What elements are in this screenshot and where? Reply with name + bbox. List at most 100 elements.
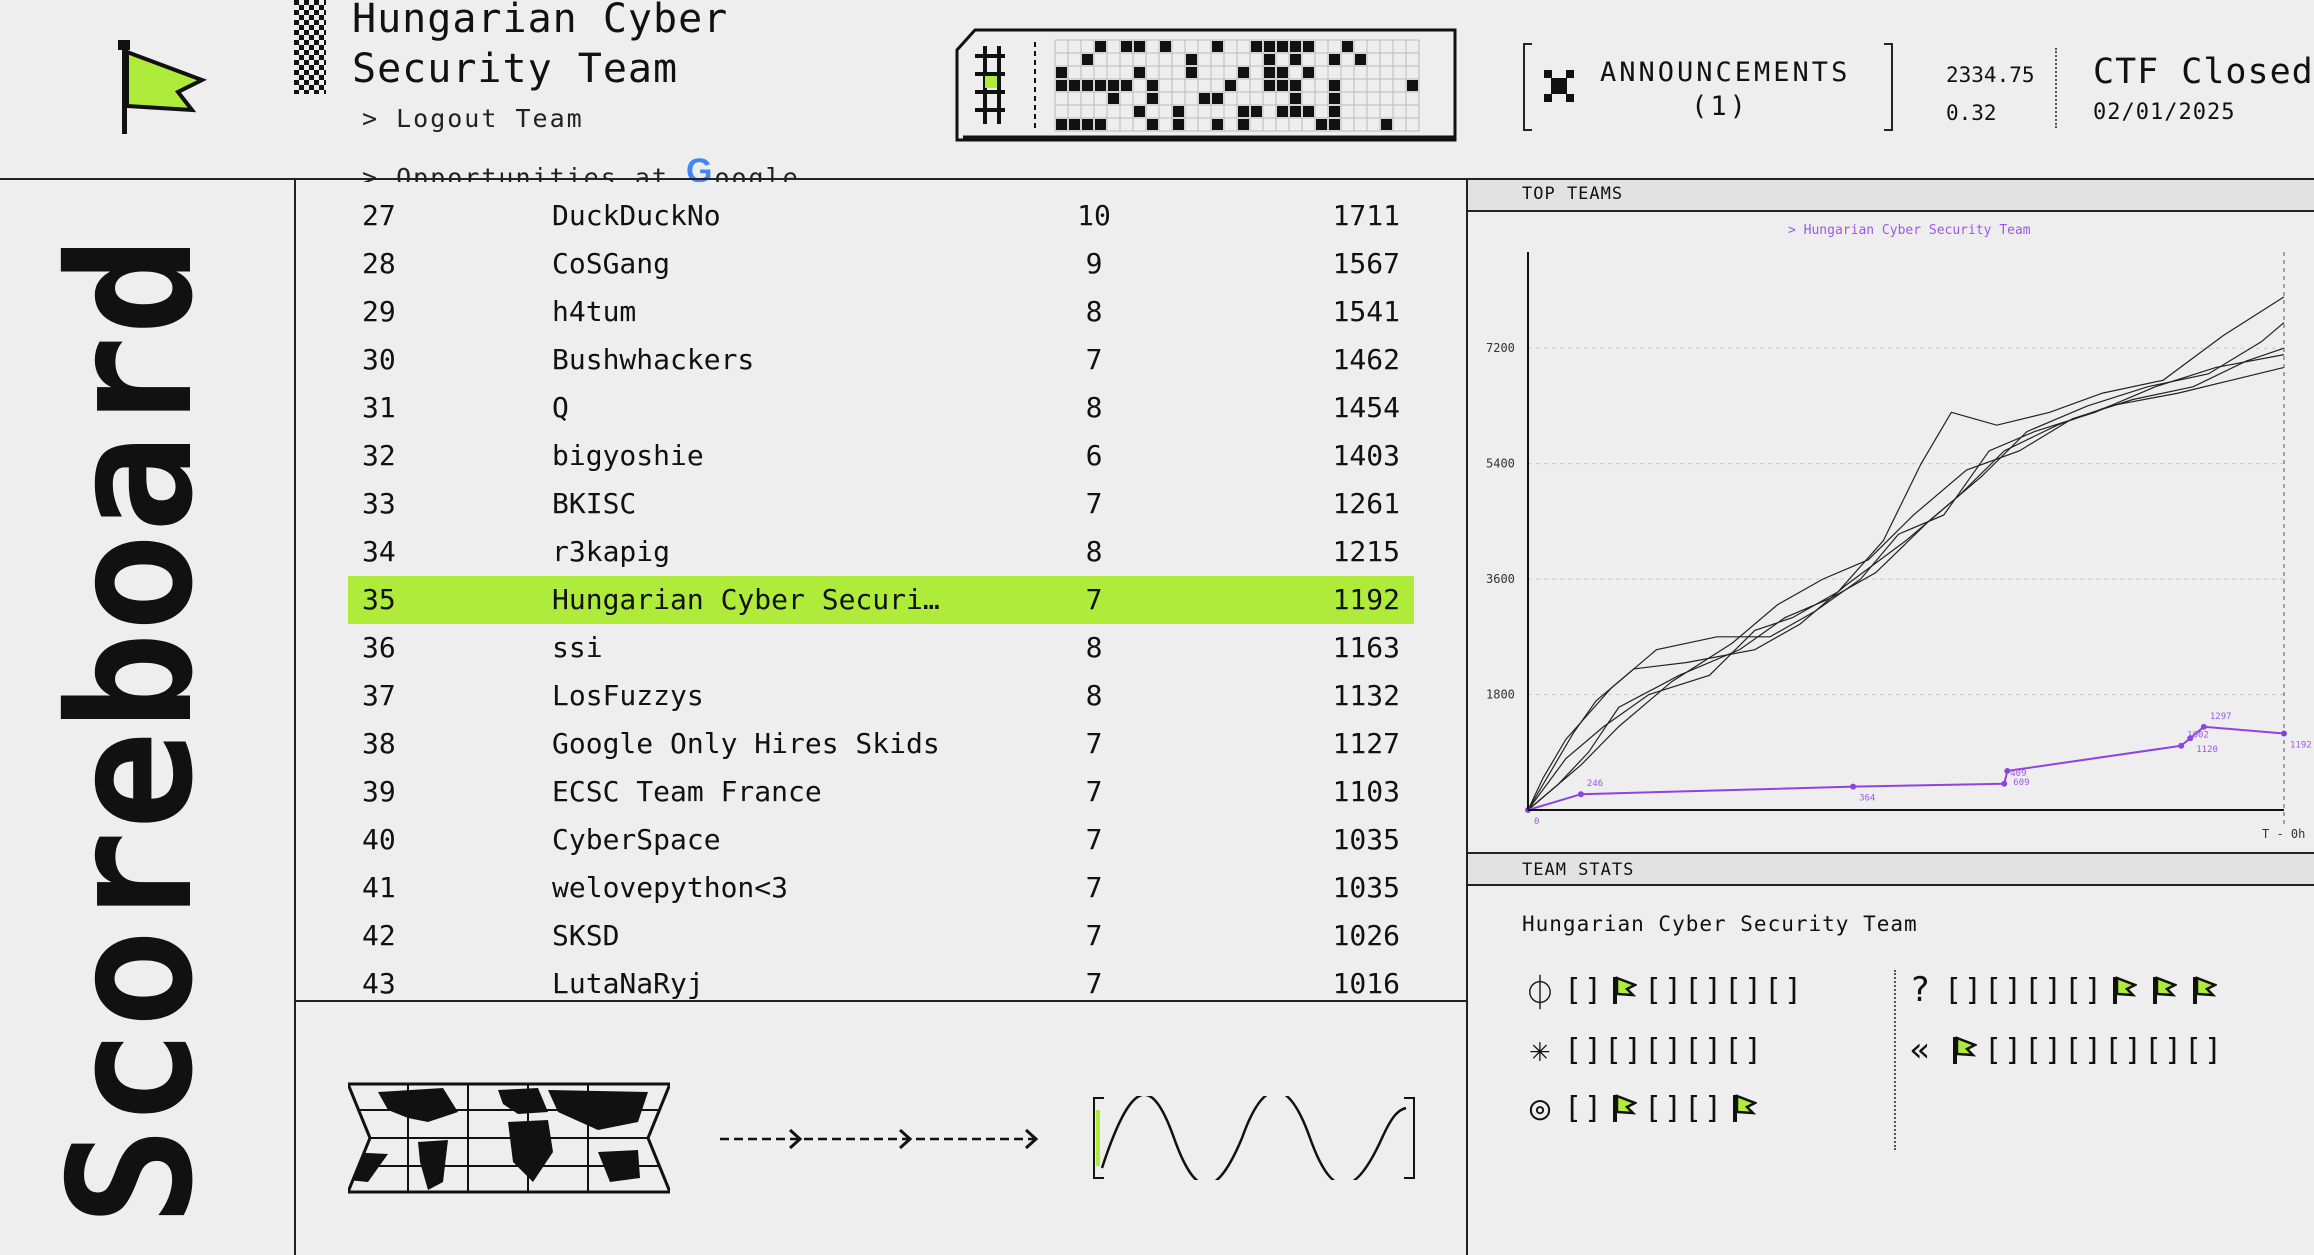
table-row[interactable]: 33 BKISC 7 1261 xyxy=(348,480,1414,528)
unsolved-slot[interactable]: [] xyxy=(1564,1033,1604,1068)
solved-flag-icon[interactable] xyxy=(1604,1091,1644,1125)
table-row[interactable]: 31 Q 8 1454 xyxy=(348,384,1414,432)
score-cell: 1462 xyxy=(1332,343,1400,376)
table-row[interactable]: 41 welovepython<3 7 1035 xyxy=(348,864,1414,912)
unsolved-slot[interactable]: [] xyxy=(1644,973,1684,1008)
flag-logo-icon[interactable] xyxy=(118,40,208,140)
unsolved-slot[interactable]: [] xyxy=(1564,1091,1604,1126)
unsolved-slot[interactable]: [] xyxy=(1944,973,1984,1008)
team-name-cell[interactable]: Q xyxy=(552,384,569,432)
team-name-cell[interactable]: ssi xyxy=(552,624,603,672)
team-name-cell[interactable]: CoSGang xyxy=(552,240,670,288)
team-name-cell[interactable]: CyberSpace xyxy=(552,816,721,864)
unsolved-slot[interactable]: [] xyxy=(1984,973,2024,1008)
table-row[interactable]: 29 h4tum 8 1541 xyxy=(348,288,1414,336)
table-row[interactable]: 39 ECSC Team France 7 1103 xyxy=(348,768,1414,816)
rank-cell: 33 xyxy=(362,487,396,520)
solves-cell: 7 xyxy=(1085,487,1103,520)
table-row[interactable]: 37 LosFuzzys 8 1132 xyxy=(348,672,1414,720)
solves-cell: 7 xyxy=(1085,583,1103,616)
logout-link[interactable]: > Logout Team xyxy=(362,104,584,133)
solved-flag-icon[interactable] xyxy=(2144,973,2184,1007)
unsolved-slot[interactable]: [] xyxy=(1724,973,1764,1008)
unsolved-slot[interactable]: [] xyxy=(1764,973,1804,1008)
unsolved-slot[interactable]: [] xyxy=(1724,1033,1764,1068)
unsolved-slot[interactable]: [] xyxy=(2024,1033,2064,1068)
team-series-point[interactable] xyxy=(2178,742,2185,749)
unsolved-slot[interactable]: [] xyxy=(1684,1091,1724,1126)
table-row-own-team[interactable]: 35 Hungarian Cyber Securi… 7 1192 xyxy=(348,576,1414,624)
team-series-point[interactable] xyxy=(1577,791,1584,798)
solved-flag-icon[interactable] xyxy=(1724,1091,1764,1125)
table-row[interactable]: 34 r3kapig 8 1215 xyxy=(348,528,1414,576)
team-point-label: 1120 xyxy=(2196,745,2218,755)
team-name-cell[interactable]: DuckDuckNo xyxy=(552,192,721,240)
solved-flag-icon[interactable] xyxy=(1604,973,1644,1007)
unsolved-slot[interactable]: [] xyxy=(1564,973,1604,1008)
pixel-pattern-widget xyxy=(955,26,1457,146)
unsolved-slot[interactable]: [] xyxy=(2064,1033,2104,1068)
solves-cell: 8 xyxy=(1085,631,1103,664)
rank-cell: 32 xyxy=(362,439,396,472)
close-cross-icon xyxy=(1544,70,1574,106)
unsolved-slot[interactable]: [] xyxy=(1644,1033,1684,1068)
table-row[interactable]: 43 LutaNaRyj 7 1016 xyxy=(348,960,1414,1000)
table-row[interactable]: 40 CyberSpace 7 1035 xyxy=(348,816,1414,864)
solved-flag-icon[interactable] xyxy=(2184,973,2224,1007)
unsolved-slot[interactable]: [] xyxy=(2104,1033,2144,1068)
table-row[interactable]: 27 DuckDuckNo 10 1711 xyxy=(348,192,1414,240)
solves-cell: 7 xyxy=(1085,871,1103,904)
team-series-point[interactable] xyxy=(2200,723,2207,730)
category-row: ◎[][][] xyxy=(1516,1086,1764,1130)
question-icon: ? xyxy=(1909,970,1931,1010)
unsolved-slot[interactable]: [] xyxy=(1644,1091,1684,1126)
team-name-cell[interactable]: LutaNaRyj xyxy=(552,960,704,1000)
spiral-icon: ◎ xyxy=(1529,1088,1551,1128)
team-name-cell[interactable]: SKSD xyxy=(552,912,619,960)
rank-cell: 27 xyxy=(362,199,396,232)
top-team-series-line xyxy=(1527,354,2285,811)
unsolved-slot[interactable]: [] xyxy=(1684,1033,1724,1068)
table-row[interactable]: 38 Google Only Hires Skids 7 1127 xyxy=(348,720,1414,768)
rank-cell: 30 xyxy=(362,343,396,376)
solved-flag-icon[interactable] xyxy=(1944,1033,1984,1067)
team-name-cell[interactable]: Hungarian Cyber Securi… xyxy=(552,576,940,624)
unsolved-slot[interactable]: [] xyxy=(2024,973,2064,1008)
solved-flag-icon[interactable] xyxy=(2104,973,2144,1007)
team-name-cell[interactable]: Bushwhackers xyxy=(552,336,754,384)
team-name-cell[interactable]: Google Only Hires Skids xyxy=(552,720,940,768)
team-name-cell[interactable]: ECSC Team France xyxy=(552,768,822,816)
rank-cell: 31 xyxy=(362,391,396,424)
team-series-point[interactable] xyxy=(2004,767,2011,774)
team-series-point[interactable] xyxy=(1850,783,1857,790)
unsolved-slot[interactable]: [] xyxy=(2064,973,2104,1008)
team-name-cell[interactable]: BKISC xyxy=(552,480,636,528)
unsolved-slot[interactable]: [] xyxy=(1684,973,1724,1008)
team-series-point[interactable] xyxy=(2001,780,2008,787)
x-end-label: T - 0h xyxy=(2262,827,2305,841)
table-row[interactable]: 28 CoSGang 9 1567 xyxy=(348,240,1414,288)
team-name-cell[interactable]: LosFuzzys xyxy=(552,672,704,720)
unsolved-slot[interactable]: [] xyxy=(2184,1033,2224,1068)
team-point-label: 246 xyxy=(1587,779,1603,789)
rank-cell: 41 xyxy=(362,871,396,904)
team-name-cell[interactable]: r3kapig xyxy=(552,528,670,576)
team-name-cell[interactable]: bigyoshie xyxy=(552,432,704,480)
team-point-label: 609 xyxy=(2013,778,2029,788)
header-stats: 2334.75 0.32 xyxy=(1946,56,2035,132)
announcements-label[interactable]: ANNOUNCEMENTS (1) xyxy=(1600,56,1851,124)
table-row[interactable]: 32 bigyoshie 6 1403 xyxy=(348,432,1414,480)
unsolved-slot[interactable]: [] xyxy=(2144,1033,2184,1068)
team-name-cell[interactable]: welovepython<3 xyxy=(552,864,788,912)
team-series-point[interactable] xyxy=(2187,735,2194,742)
page-title: Scoreboard xyxy=(33,230,231,1230)
table-row[interactable]: 42 SKSD 7 1026 xyxy=(348,912,1414,960)
y-tick-label: 3600 xyxy=(1486,572,1515,586)
table-row[interactable]: 30 Bushwhackers 7 1462 xyxy=(348,336,1414,384)
announcements-text: ANNOUNCEMENTS xyxy=(1600,57,1851,88)
unsolved-slot[interactable]: [] xyxy=(1984,1033,2024,1068)
unsolved-slot[interactable]: [] xyxy=(1604,1033,1644,1068)
table-bottom-border xyxy=(294,1000,1468,1002)
team-name-cell[interactable]: h4tum xyxy=(552,288,636,336)
table-row[interactable]: 36 ssi 8 1163 xyxy=(348,624,1414,672)
